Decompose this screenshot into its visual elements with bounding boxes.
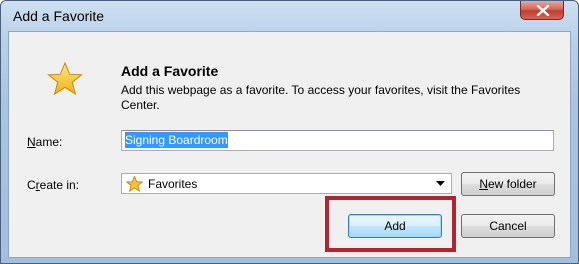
- title-bar[interactable]: Add a Favorite: [1, 1, 578, 31]
- new-folder-button[interactable]: New folder: [461, 172, 555, 196]
- create-in-label: Create in:: [27, 178, 79, 192]
- favorite-star-icon: [47, 62, 83, 96]
- close-x-icon: [536, 5, 550, 16]
- create-in-dropdown[interactable]: Favorites: [121, 173, 452, 194]
- add-favorite-dialog: Add a Favorite Add a Favorite Add this w…: [0, 0, 579, 264]
- name-input-value: Signing Boardroom: [125, 132, 228, 148]
- favorites-star-icon: [126, 176, 143, 192]
- create-in-label-pre: C: [27, 178, 36, 192]
- name-input[interactable]: Signing Boardroom: [121, 130, 554, 151]
- create-in-label-text: eate in:: [39, 178, 80, 192]
- new-folder-accelerator: N: [479, 177, 488, 191]
- highlight-box: [325, 196, 456, 252]
- create-in-selected: Favorites: [148, 177, 198, 191]
- dialog-heading: Add a Favorite: [121, 63, 219, 79]
- dialog-description: Add this webpage as a favorite. To acces…: [121, 83, 521, 112]
- name-label-accelerator: N: [27, 135, 36, 149]
- close-button[interactable]: [520, 1, 564, 20]
- name-label: Name:: [27, 135, 62, 149]
- name-label-text: ame:: [35, 135, 63, 149]
- cancel-button[interactable]: Cancel: [461, 214, 555, 238]
- window-title: Add a Favorite: [13, 8, 105, 24]
- cancel-button-label: Cancel: [489, 219, 527, 233]
- chevron-down-icon: [436, 181, 445, 186]
- dialog-body: Add a Favorite Add this webpage as a fav…: [8, 31, 571, 258]
- new-folder-label: ew folder: [487, 177, 537, 191]
